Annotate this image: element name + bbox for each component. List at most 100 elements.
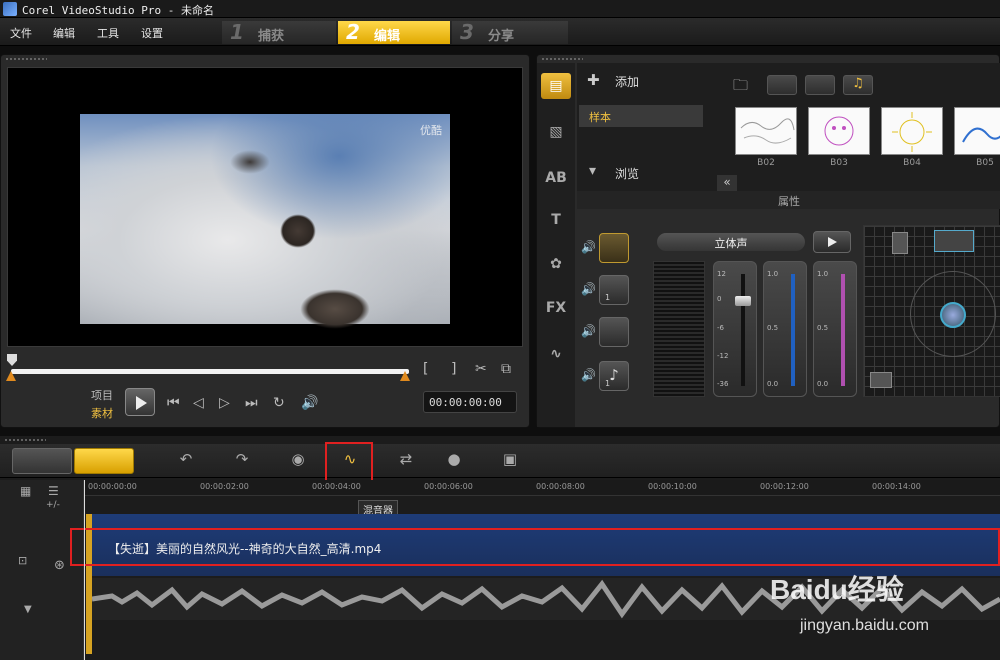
next-frame-icon[interactable]: ▷	[219, 395, 230, 411]
speaker-icon[interactable]: 🔊	[581, 282, 596, 296]
show-photos-button[interactable]	[805, 75, 835, 95]
subtitle-editor-icon[interactable]: ▣	[496, 450, 524, 472]
folder-sample[interactable]: 样本	[579, 105, 703, 127]
library-thumbnail[interactable]	[881, 107, 943, 155]
ruler-tick: 00:00:14:00	[872, 482, 921, 491]
enlarge-icon[interactable]: ⧉	[501, 361, 511, 377]
title-bar: Corel VideoStudio Pro - 未命名	[0, 0, 1000, 18]
repeat-icon[interactable]: ↻	[273, 395, 285, 411]
app-icon	[3, 2, 17, 16]
fader-tick: 0	[717, 295, 722, 303]
cut-icon[interactable]: ✂	[475, 361, 487, 377]
library-thumbnail[interactable]	[735, 107, 797, 155]
volume-icon[interactable]: 🔊	[301, 395, 318, 411]
playhead[interactable]	[84, 480, 85, 660]
graphic-icon[interactable]: ✿	[541, 251, 571, 277]
folder-icon[interactable]: 🗀	[733, 75, 748, 100]
collapse-button[interactable]: «	[717, 175, 737, 191]
scrubber-handle[interactable]	[7, 354, 17, 366]
browse-icon[interactable]: ▾	[589, 163, 596, 179]
voice-track-button[interactable]	[599, 317, 629, 347]
mixer-play-button[interactable]	[813, 231, 851, 253]
menu-settings[interactable]: 设置	[141, 25, 163, 41]
timeline-ruler[interactable]: 00:00:00:00 00:00:02:00 00:00:04:00 00:0…	[84, 480, 1000, 496]
thumbnail-label: B05	[976, 158, 994, 168]
expand-icon[interactable]: ▼	[24, 604, 32, 615]
browse-label[interactable]: 浏览	[615, 165, 639, 182]
speaker-icon[interactable]: 🔊	[581, 324, 596, 338]
ruler-tick: 00:00:12:00	[760, 482, 809, 491]
timecode-field[interactable]: 00:00:00:00	[423, 391, 517, 413]
mode-project[interactable]: 项目	[91, 387, 113, 403]
library-thumbnail[interactable]	[808, 107, 870, 155]
step-capture[interactable]: 1 捕获	[222, 20, 336, 44]
sound-source-icon[interactable]	[940, 302, 966, 328]
video-frame: 优酷	[80, 114, 450, 329]
transition-icon[interactable]: AB	[541, 165, 571, 191]
menu-tools[interactable]: 工具	[97, 25, 119, 41]
speaker-icon[interactable]: 🔊	[581, 240, 596, 254]
step-label: 编辑	[374, 29, 401, 44]
step-number: 1	[230, 20, 244, 44]
title-icon[interactable]: T	[541, 207, 571, 233]
ruler-tick: 00:00:08:00	[536, 482, 585, 491]
sub-fader[interactable]: 1.0 0.5 0.0	[813, 261, 857, 397]
zoom-control[interactable]: +/-	[46, 500, 60, 510]
lock-icon[interactable]: ⊡	[18, 554, 27, 567]
auto-music-icon[interactable]: ⇄	[392, 450, 420, 472]
redo-icon[interactable]: ↷	[228, 450, 256, 472]
fader-slot	[841, 274, 845, 386]
filter-icon[interactable]: FX	[541, 295, 571, 321]
scrubber-track[interactable]	[11, 369, 409, 374]
mode-clip[interactable]: 素材	[91, 405, 113, 421]
music-note-icon[interactable]: ♪	[599, 361, 629, 391]
speaker-icon[interactable]: 🔊	[581, 368, 596, 382]
overlay-track-button[interactable]	[599, 275, 629, 305]
track-manager-icon[interactable]: ▦	[20, 484, 31, 498]
storyboard-view-button[interactable]	[12, 448, 72, 474]
surround-panner[interactable]	[863, 225, 1000, 397]
menu-file[interactable]: 文件	[10, 25, 32, 41]
media-icon[interactable]: ▤	[541, 73, 571, 99]
record-capture-icon[interactable]: ◉	[284, 450, 312, 472]
home-icon[interactable]: ⏮	[167, 395, 180, 411]
path-icon[interactable]: ∿	[541, 341, 571, 367]
panel-grip[interactable]	[4, 438, 46, 442]
fader-tick: -36	[717, 380, 729, 388]
panel-grip[interactable]	[541, 57, 583, 61]
fader-knob[interactable]	[735, 296, 751, 306]
undo-icon[interactable]: ↶	[172, 450, 200, 472]
fader-tick: 1.0	[767, 270, 779, 278]
step-number: 2	[346, 20, 360, 44]
front-rear-fader[interactable]: 1.0 0.5 0.0	[763, 261, 807, 397]
show-audio-button[interactable]: ♫	[843, 75, 873, 95]
step-edit[interactable]: 2 编辑	[338, 20, 450, 44]
chapter-icon[interactable]: ☰	[48, 484, 59, 498]
prev-frame-icon[interactable]: ◁	[193, 395, 204, 411]
video-track-button[interactable]	[599, 233, 629, 263]
end-icon[interactable]: ⏭	[245, 395, 258, 411]
preview-panel: 优酷 [ ] ✂ ⧉ 项目 素材 ⏮ ◁ ▷ ⏭ ↻ 🔊 00:00:00:00	[0, 54, 530, 428]
thumbnail-pane: 🗀 ♫ B02 B03 B04 B05 «	[717, 63, 1000, 191]
step-label: 捕获	[258, 29, 285, 44]
timeline-view-button[interactable]	[74, 448, 134, 474]
stereo-mode-button[interactable]: 立体声	[657, 233, 805, 251]
mark-in-button[interactable]: [	[423, 361, 428, 377]
fader-tick: -6	[717, 324, 724, 332]
step-share[interactable]: 3 分享	[452, 20, 568, 44]
add-folder-label[interactable]: 添加	[615, 73, 639, 90]
play-button[interactable]	[125, 388, 155, 416]
panel-grip[interactable]	[5, 57, 47, 61]
volume-fader[interactable]: 12 0 -6 -12 -36	[713, 261, 757, 397]
show-videos-button[interactable]	[767, 75, 797, 95]
instant-project-icon[interactable]: ▧	[541, 119, 571, 145]
add-icon[interactable]: ✚	[587, 71, 600, 89]
video-track-control: 🔊	[579, 233, 641, 263]
baidu-watermark: Baidu经验	[770, 574, 904, 605]
menu-edit[interactable]: 编辑	[53, 25, 75, 41]
fader-tick: 12	[717, 270, 726, 278]
motion-track-icon[interactable]: ●	[440, 450, 468, 472]
library-thumbnail[interactable]	[954, 107, 1000, 155]
mark-out-button[interactable]: ]	[451, 361, 456, 377]
library-panel: ▤ ▧ AB T ✿ FX ∿ ✚ 添加 样本 ▾ 浏览 🗀 ♫ B02 B03…	[536, 54, 1000, 428]
